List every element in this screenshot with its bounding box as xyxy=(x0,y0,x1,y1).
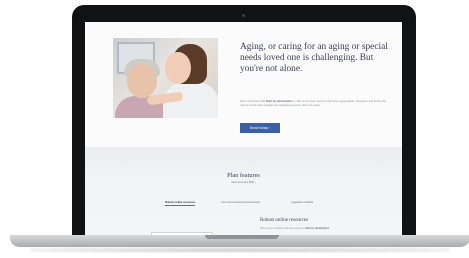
laptop-notch xyxy=(205,235,279,239)
laptop-shadow xyxy=(30,247,450,253)
hero-description: We've partnered with Start by Humanlytic… xyxy=(240,100,390,108)
feature-body-prefix: Once you're enrolled you'll have access … xyxy=(260,227,305,230)
plan-features-section: Plan features View summary PDF › Robust … xyxy=(85,147,402,237)
tab-robust-online-resources[interactable]: Robust online resources xyxy=(165,201,196,206)
hero-body-brand: Start by Humanlytics xyxy=(265,100,293,103)
enroll-today-label: Enroll today xyxy=(250,126,268,130)
plan-tabs: Robust online resources Live and text-ba… xyxy=(85,201,402,207)
view-summary-label: View summary PDF xyxy=(231,181,255,184)
laptop-mockup: Aging, or caring for an aging or special… xyxy=(0,0,469,258)
plan-features-title: Plan features xyxy=(227,172,260,179)
older-woman-face xyxy=(127,64,157,98)
hero-section: Aging, or caring for an aging or special… xyxy=(85,22,402,147)
feature-description: Once you're enrolled you'll have access … xyxy=(260,227,345,231)
feature-title: Robust online resources xyxy=(260,218,309,223)
feature-body-brand: Start by Humanlytics xyxy=(305,227,330,230)
tab-upgrades-available[interactable]: Upgrades available xyxy=(291,201,313,205)
hero-heading: Aging, or caring for an aging or special… xyxy=(240,42,388,75)
hero-photo xyxy=(113,38,218,118)
laptop-screen: Aging, or caring for an aging or special… xyxy=(85,22,402,237)
hero-body-prefix: We've partnered with xyxy=(240,100,266,103)
enroll-today-button[interactable]: Enroll today › xyxy=(240,123,280,133)
camera-icon xyxy=(242,14,245,17)
young-woman-face xyxy=(165,52,191,84)
chevron-right-icon: › xyxy=(254,181,256,184)
tab-live-professionals[interactable]: Live and text-based professionals xyxy=(221,201,260,205)
chevron-right-icon: › xyxy=(268,126,270,130)
view-summary-link[interactable]: View summary PDF › xyxy=(85,181,402,184)
